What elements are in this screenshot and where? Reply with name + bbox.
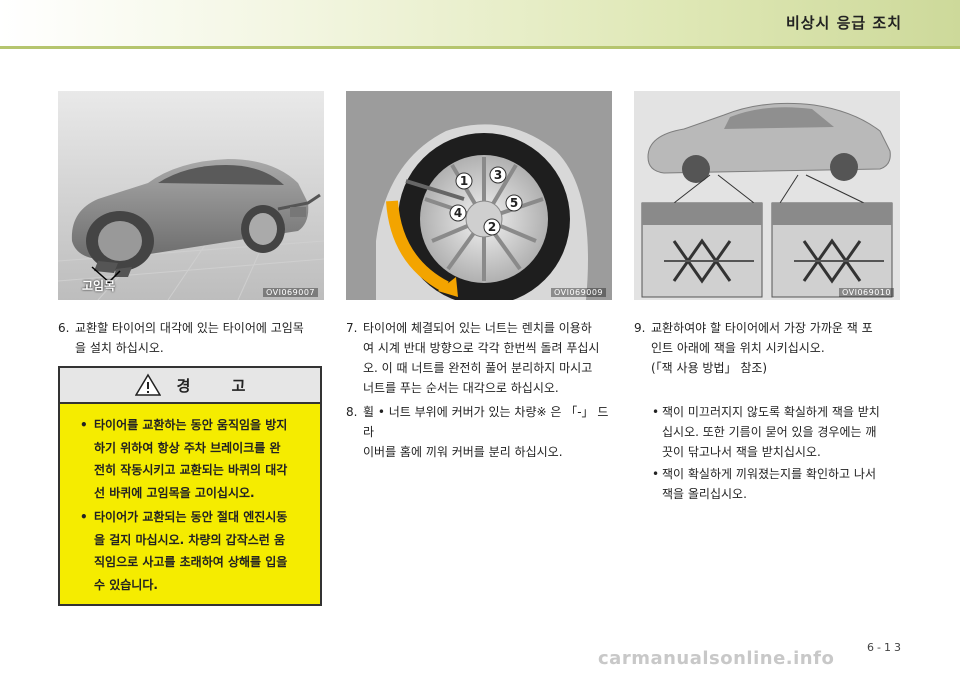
note-line: 잭이 미끄러지지 않도록 확실하게 잭을 받치 bbox=[662, 405, 880, 419]
warning-line: 수 있습니다. bbox=[94, 577, 158, 592]
figure-wheel-chock: 고임목 OVI069007 bbox=[58, 91, 324, 300]
note-line: 십시오. 또한 기름이 묻어 있을 경우에는 깨 bbox=[662, 425, 877, 439]
header-divider bbox=[0, 46, 960, 49]
figure-lug-nuts: 1 3 5 4 2 OVI069009 bbox=[346, 91, 612, 300]
warning-box: 경 고 • 타이어를 교환하는 동안 움직임을 방지 하기 위하여 항상 주차 … bbox=[58, 366, 322, 606]
note-line: 잭을 올리십시오. bbox=[662, 487, 747, 501]
bullet-mark: • bbox=[80, 510, 88, 524]
step-number: 7. bbox=[346, 321, 358, 335]
step-8: 8. 휠 • 너트 부위에 커버가 있는 차량※ 은 「-」 드라 이버를 홈에… bbox=[346, 402, 618, 462]
step-number: 6. bbox=[58, 321, 70, 335]
step-text-line: 이버를 홈에 끼워 커버를 분리 하십시오. bbox=[363, 445, 563, 459]
lug-order-2: 2 bbox=[488, 220, 496, 234]
bullet-mark: • bbox=[80, 418, 88, 432]
lug-order-1: 1 bbox=[460, 174, 468, 188]
warning-line: 타이어를 교환하는 동안 움직임을 방지 bbox=[94, 418, 288, 432]
step-text-line: 교환하여야 할 타이어에서 가장 가까운 잭 포 bbox=[651, 321, 873, 335]
warning-line: 선 바퀴에 고임목을 고이십시오. bbox=[94, 485, 255, 500]
step-text-line: 휠 • 너트 부위에 커버가 있는 차량※ 은 「-」 드라 bbox=[363, 405, 609, 439]
step-6: 6. 교환할 타이어의 대각에 있는 타이어에 고임목 을 설치 하십시오. bbox=[58, 318, 326, 358]
warning-item: • 타이어가 교환되는 동안 절대 엔진시동 을 걸지 마십시오. 차량의 갑작… bbox=[80, 506, 310, 596]
warning-title: 경 고 bbox=[176, 376, 264, 395]
step-text-line: 너트를 푸는 순서는 대각으로 하십시오. bbox=[363, 381, 559, 395]
figure-code: OVI069007 bbox=[262, 288, 318, 297]
warning-line: 하기 위하여 항상 주차 브레이크를 완 bbox=[94, 440, 281, 455]
step-text-line: 교환할 타이어의 대각에 있는 타이어에 고임목 bbox=[75, 321, 304, 335]
note-bullet: • 잭이 확실하게 끼워졌는지를 확인하고 나서 잭을 올리십시오. bbox=[652, 464, 902, 504]
step-9: 9. 교환하여야 할 타이어에서 가장 가까운 잭 포 인트 아래에 잭을 위치… bbox=[634, 318, 902, 378]
jack-illustration bbox=[634, 91, 900, 300]
step-7: 7. 타이어에 체결되어 있는 너트는 렌치를 이용하 여 시계 반대 방향으로… bbox=[346, 318, 618, 398]
section-title: 비상시 응급 조치 bbox=[785, 14, 902, 32]
watermark: carmanualsonline.info bbox=[598, 648, 835, 669]
step-text-line: 타이어에 체결되어 있는 너트는 렌치를 이용하 bbox=[363, 321, 592, 335]
warning-item: • 타이어를 교환하는 동안 움직임을 방지 하기 위하여 항상 주차 브레이크… bbox=[80, 414, 310, 504]
warning-line: 전히 작동시키고 교환되는 바퀴의 대각 bbox=[94, 463, 288, 477]
chock-label: 고임목 bbox=[82, 279, 116, 293]
step-text-line: 을 설치 하십시오. bbox=[75, 341, 164, 355]
lug-order-4: 4 bbox=[454, 206, 462, 220]
car-chock-illustration bbox=[58, 91, 324, 300]
note-line: 잭이 확실하게 끼워졌는지를 확인하고 나서 bbox=[662, 467, 876, 481]
warning-line: 타이어가 교환되는 동안 절대 엔진시동 bbox=[94, 510, 288, 524]
figure-code: OVI069009 bbox=[550, 288, 606, 297]
page-number: 6-13 bbox=[867, 641, 904, 654]
lug-order-3: 3 bbox=[494, 168, 502, 182]
warning-header: 경 고 bbox=[60, 368, 320, 404]
figure-jack-points: OVI069010 bbox=[634, 91, 900, 300]
warning-line: 을 걸지 마십시오. 차량의 갑작스런 움 bbox=[94, 532, 286, 547]
lug-order-5: 5 bbox=[510, 196, 518, 210]
note-line: 끗이 닦고나서 잭을 받치십시오. bbox=[662, 445, 821, 459]
warning-triangle-icon bbox=[134, 373, 161, 396]
step-text-line: 여 시계 반대 방향으로 각각 한번씩 돌려 푸십시 bbox=[363, 341, 600, 355]
warning-line: 직임으로 사고를 초래하여 상해를 입을 bbox=[94, 555, 288, 569]
step-text-line: (「잭 사용 방법」 참조) bbox=[651, 361, 768, 375]
step-text-line: 오. 이 때 너트를 완전히 풀어 분리하지 마시고 bbox=[363, 361, 593, 375]
bullet-mark: • bbox=[652, 405, 660, 419]
step-number: 8. bbox=[346, 405, 358, 419]
bullet-mark: • bbox=[652, 467, 660, 481]
note-bullet: • 잭이 미끄러지지 않도록 확실하게 잭을 받치 십시오. 또한 기름이 묻어… bbox=[652, 402, 902, 462]
wheel-illustration: 1 3 5 4 2 bbox=[346, 91, 612, 300]
figure-code: OVI069010 bbox=[838, 288, 894, 297]
step-number: 9. bbox=[634, 321, 646, 335]
step-text-line: 인트 아래에 잭을 위치 시키십시오. bbox=[651, 341, 825, 355]
